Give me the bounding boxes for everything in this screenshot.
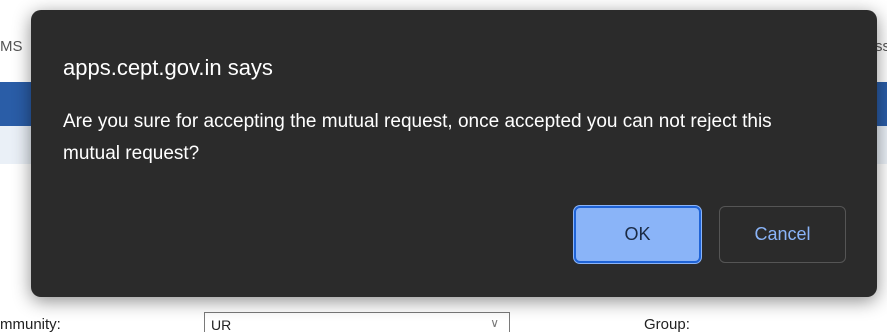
cancel-button[interactable]: Cancel [719,206,846,263]
background-left-text: MS [0,38,23,55]
confirm-dialog: apps.cept.gov.in says Are you sure for a… [31,10,877,297]
community-select-value: UR [211,317,232,332]
dialog-title: apps.cept.gov.in says [63,55,273,80]
community-label: mmunity: [0,316,61,332]
chevron-down-icon: ∨ [490,316,499,330]
browser-page: MS ss mmunity: UR ∨ Group: apps.cept.gov… [0,0,887,332]
dialog-message: Are you sure for accepting the mutual re… [63,111,772,164]
community-select[interactable]: UR ∨ [204,312,510,332]
group-label: Group: [644,316,690,332]
ok-button[interactable]: OK [574,206,701,263]
